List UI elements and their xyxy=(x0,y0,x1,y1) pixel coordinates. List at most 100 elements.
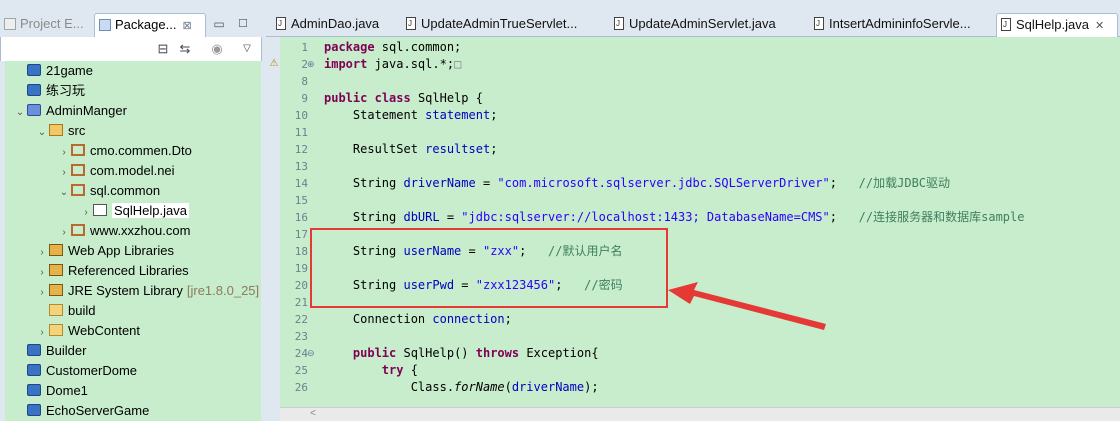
highlight-box xyxy=(310,228,668,308)
tree-item-label: SqlHelp.java xyxy=(112,203,189,218)
tree-item[interactable]: › JRE System Library [jre1.8.0_25] xyxy=(35,281,259,301)
line-number: 11 xyxy=(294,126,308,139)
chevron-right-icon[interactable]: › xyxy=(35,243,49,263)
focus-icon[interactable]: ◉ xyxy=(209,41,225,57)
tab-admindao-label: AdminDao.java xyxy=(291,16,380,31)
tab-project-explorer[interactable]: Project E... xyxy=(4,13,94,37)
tree-item[interactable]: › www.xxzhou.com xyxy=(57,221,190,241)
tree-item-label: JRE System Library xyxy=(68,283,183,298)
tree-item-suffix: [jre1.8.0_25] xyxy=(186,283,260,298)
folder-icon xyxy=(49,304,63,316)
chevron-down-icon[interactable]: ⌄ xyxy=(35,123,49,143)
tree-item[interactable]: › Referenced Libraries xyxy=(35,261,188,283)
tab-updateadmintrueservlet-label: UpdateAdminTrueServlet... xyxy=(421,16,578,31)
package-icon xyxy=(71,164,85,176)
code-line-10: Statement statement; xyxy=(324,108,498,122)
tree-item[interactable]: ⌄ sql.common xyxy=(57,181,160,201)
chevron-right-icon[interactable]: › xyxy=(35,323,49,343)
tab-admindao[interactable]: AdminDao.java xyxy=(272,13,402,37)
chevron-down-icon[interactable]: ⌄ xyxy=(57,183,71,203)
package-icon xyxy=(71,184,85,196)
code-line-16: String dbURL = "jdbc:sqlserver://localho… xyxy=(324,210,1025,224)
tree-item[interactable]: › Web App Libraries xyxy=(35,241,174,261)
tree-item-label: sql.common xyxy=(90,183,161,198)
tab-updateadminservlet[interactable]: UpdateAdminServlet.java xyxy=(610,13,810,37)
line-number-ruler: 1 2 ⊕ 8 9 10 11 12 13 14 15 16 17 18 19 20 21 22 23 24 ⊖ 25 26 xyxy=(280,37,322,407)
tree-item[interactable]: EchoServerGame xyxy=(13,401,149,421)
minimize-icon[interactable]: ▭ xyxy=(212,17,226,31)
tree-item-label: com.model.nei xyxy=(90,163,175,178)
tree-item-label: Builder xyxy=(46,343,87,358)
code-editor[interactable]: 1 2 ⊕ 8 9 10 11 12 13 14 15 16 17 18 19 20 21 22 23 24 ⊖ 25 26… xyxy=(280,37,1120,407)
tree-item[interactable]: build xyxy=(35,301,95,321)
chevron-right-icon[interactable]: › xyxy=(79,203,93,223)
line-number: 21 xyxy=(294,296,308,309)
chevron-right-icon[interactable]: › xyxy=(57,143,71,163)
tree-item[interactable]: 练习玩 xyxy=(13,81,85,101)
close-icon[interactable]: ⊠ xyxy=(182,20,191,32)
line-number: 9 xyxy=(301,92,308,105)
view-menu-icon[interactable]: ▽ xyxy=(239,41,255,57)
tree-item[interactable]: Builder xyxy=(13,341,86,361)
tab-package-explorer[interactable]: Package... ⊠ xyxy=(94,13,206,37)
line-number: 13 xyxy=(294,160,308,173)
tree-item-label: src xyxy=(68,123,86,138)
line-number: 10 xyxy=(294,109,308,122)
expand-fold-icon[interactable]: ⊕ xyxy=(307,56,315,73)
chevron-right-icon[interactable]: › xyxy=(57,223,71,243)
tree-item[interactable]: ⌄ AdminManger xyxy=(13,101,127,121)
project-closed-icon xyxy=(27,64,41,76)
tab-updateadmintrueservlet[interactable]: UpdateAdminTrueServlet... xyxy=(402,13,608,37)
horizontal-scrollbar[interactable]: < xyxy=(280,407,1120,421)
java-file-icon xyxy=(93,204,107,216)
tree-item-label: build xyxy=(68,303,96,318)
tab-updateadminservlet-label: UpdateAdminServlet.java xyxy=(629,16,776,31)
code-line-25: try { xyxy=(381,363,418,377)
link-with-editor-icon[interactable]: ⇆ xyxy=(177,41,193,57)
tree-item[interactable]: › com.model.nei xyxy=(57,161,175,183)
project-explorer-icon xyxy=(4,18,16,30)
line-number: 23 xyxy=(294,330,308,343)
code-line-14: String driverName = "com.microsoft.sqlse… xyxy=(324,176,951,190)
line-number: 16 xyxy=(294,211,308,224)
source-folder-icon xyxy=(49,124,63,136)
tree-item[interactable]: 21game xyxy=(13,61,93,81)
collapse-fold-icon[interactable]: ⊖ xyxy=(307,345,315,362)
close-icon[interactable]: ✕ xyxy=(1095,20,1104,32)
tree-item[interactable]: CustomerDome xyxy=(13,361,137,381)
collapse-all-icon[interactable]: ⊟ xyxy=(155,41,171,57)
chevron-right-icon[interactable]: › xyxy=(57,163,71,183)
tree-item[interactable]: › SqlHelp.java xyxy=(79,201,189,221)
tree-item-label: cmo.commen.Dto xyxy=(90,143,192,158)
chevron-right-icon[interactable]: › xyxy=(35,283,49,303)
tree-item-label: CustomerDome xyxy=(46,363,138,378)
editor-area: AdminDao.java UpdateAdminTrueServlet... … xyxy=(266,9,1120,421)
tree-item-label: 21game xyxy=(46,63,93,78)
warning-marker-icon[interactable]: ⚠ xyxy=(268,58,280,70)
project-open-icon xyxy=(27,104,41,116)
left-tab-bar: Project E... Package... ⊠ ▭ ☐ xyxy=(0,9,262,37)
tree-item[interactable]: › cmo.commen.Dto xyxy=(57,141,192,161)
maximize-icon[interactable]: ☐ xyxy=(236,17,250,31)
line-number: 15 xyxy=(294,194,308,207)
tree-item[interactable]: ⌄ src xyxy=(35,121,86,143)
tree-item[interactable]: Dome1 xyxy=(13,381,88,401)
java-file-icon xyxy=(406,13,416,35)
line-number: 20 xyxy=(294,279,308,292)
tree-item[interactable]: › WebContent xyxy=(35,321,140,341)
library-icon xyxy=(49,264,63,276)
chevron-down-icon[interactable]: ⌄ xyxy=(13,103,27,123)
tab-sqlhelp[interactable]: SqlHelp.java ✕ xyxy=(996,13,1118,37)
line-number: 1 xyxy=(301,41,308,54)
java-file-icon xyxy=(1001,14,1011,36)
line-number: 26 xyxy=(294,381,308,394)
tab-intsertadmininfoservlet[interactable]: IntsertAdmininfoServle... xyxy=(810,13,996,37)
scroll-left-icon[interactable]: < xyxy=(310,408,316,420)
line-number: 2 xyxy=(301,58,308,71)
package-icon xyxy=(71,224,85,236)
tree-item-label: WebContent xyxy=(68,323,141,338)
chevron-right-icon[interactable]: › xyxy=(35,263,49,283)
code-line-22: Connection connection; xyxy=(324,312,512,326)
tree-item-label: www.xxzhou.com xyxy=(90,223,191,238)
project-closed-icon xyxy=(27,384,41,396)
